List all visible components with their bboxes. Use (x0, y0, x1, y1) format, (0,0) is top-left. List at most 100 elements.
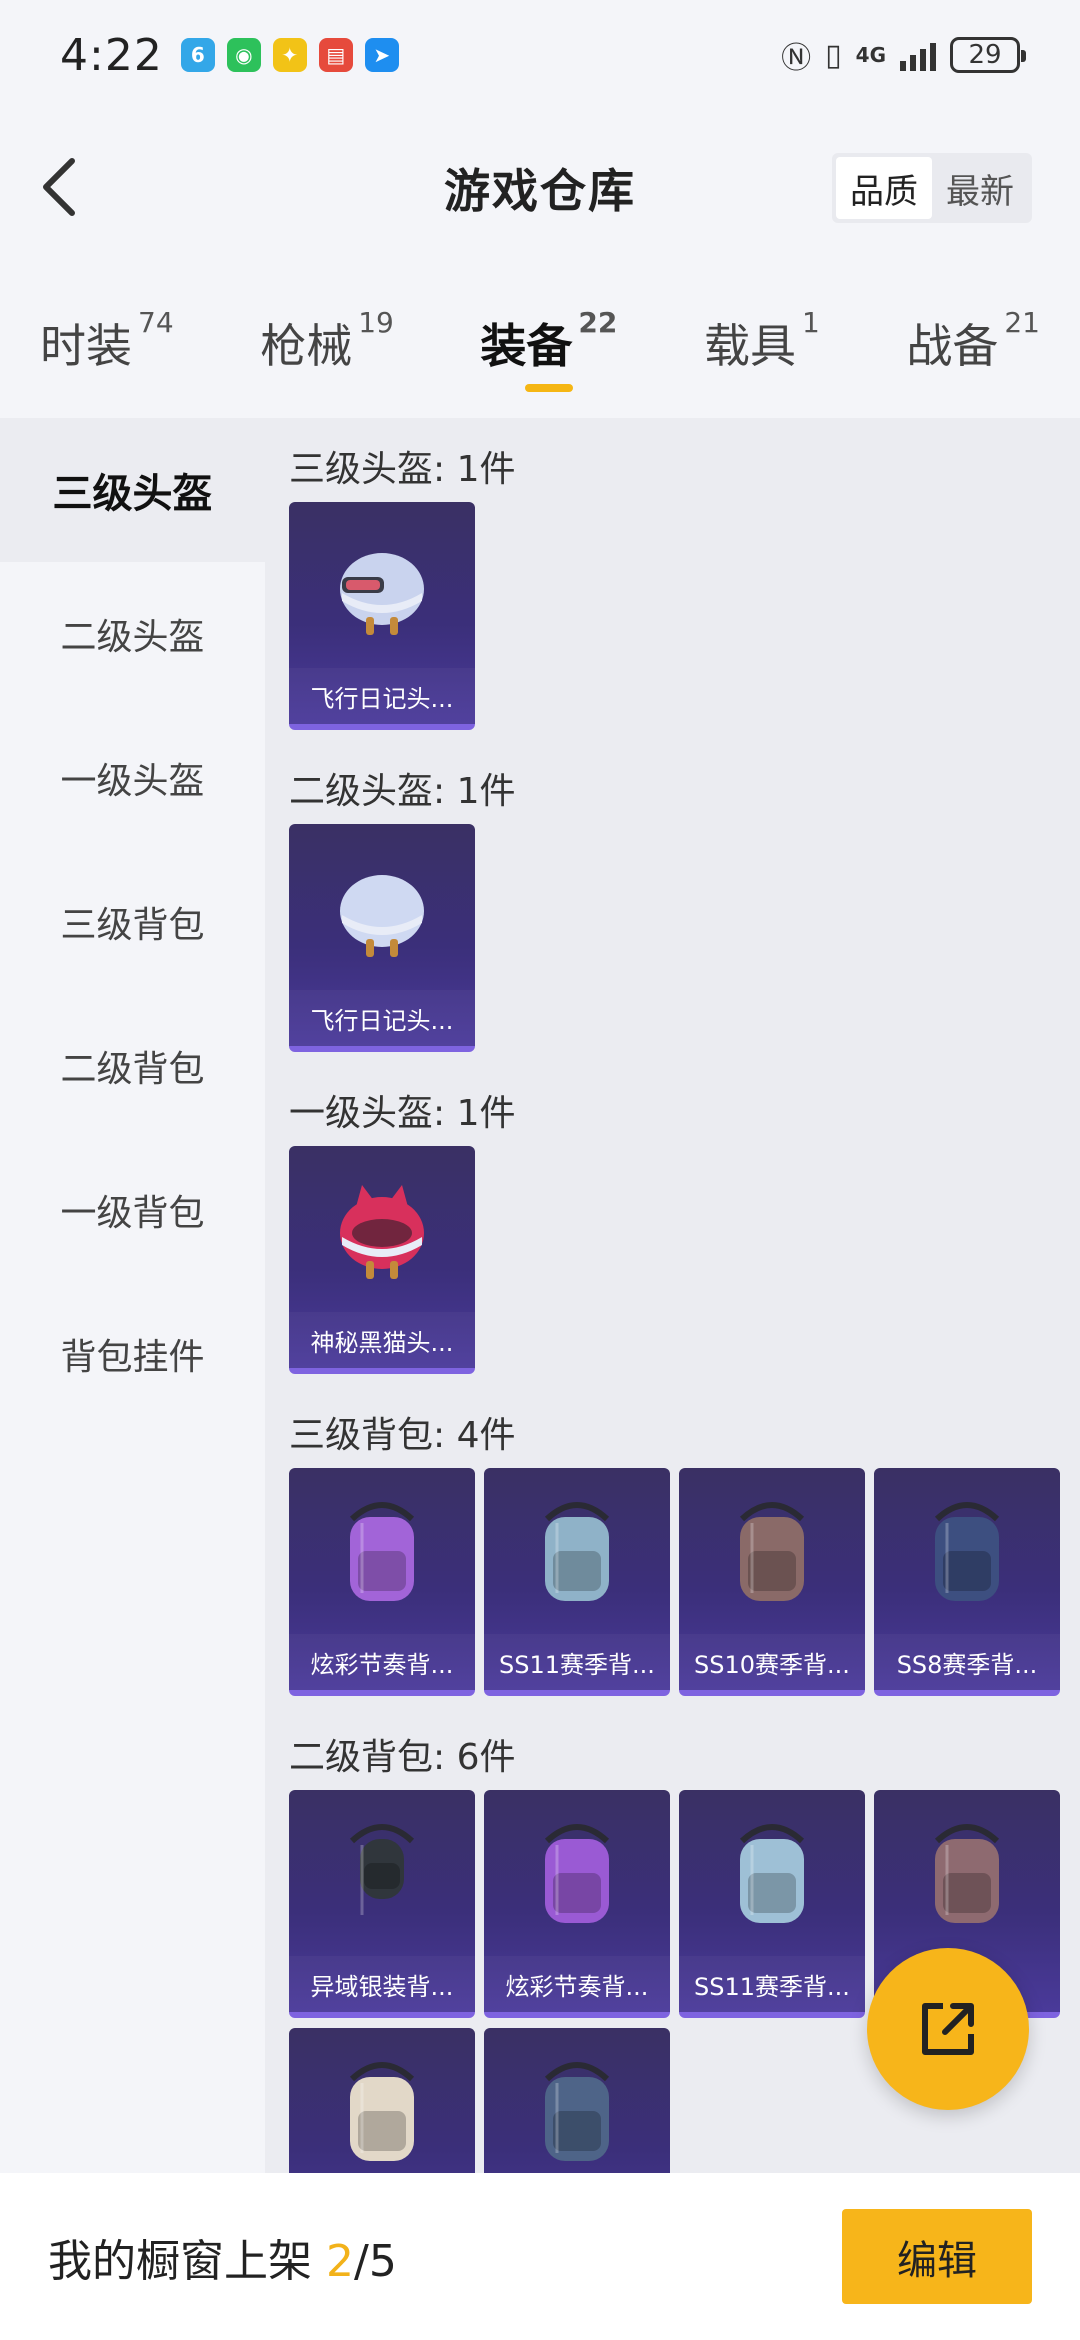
sidebar-item-1[interactable]: 二级头盔 (0, 562, 265, 706)
showcase-label: 我的橱窗上架 (48, 2235, 312, 2287)
system-icons: Ⓝ ▯ 4G 29 (781, 33, 1026, 77)
item-name: SS11赛季背... (484, 1634, 670, 1690)
sidebar-item-4[interactable]: 二级背包 (0, 994, 265, 1138)
tab-label: 战备 (906, 319, 999, 373)
showcase-total: /5 (354, 2235, 397, 2287)
helmet-icon (340, 1185, 424, 1279)
item-grid: 飞行日记头... (289, 824, 1069, 1052)
app-icon-yellow: ✦ (272, 38, 307, 72)
signal-icon (900, 39, 936, 71)
notification-icons: 6 ◉ ✦ ▤ ➤ (180, 38, 399, 72)
battery-icon: 29 (950, 37, 1026, 73)
sidebar-item-5[interactable]: 一级背包 (0, 1138, 265, 1282)
item-card[interactable]: SS11赛季背... (484, 1468, 670, 1696)
helmet-icon (340, 875, 424, 957)
bottom-bar: 我的橱窗上架 2/5 编辑 (0, 2173, 1080, 2340)
page-title: 游戏仓库 (444, 163, 636, 218)
tab-count: 1 (801, 306, 820, 339)
item-image (484, 2028, 670, 2173)
item-image (289, 502, 475, 672)
subcategory-sidebar: 三级头盔 二级头盔 一级头盔 三级背包 二级背包 一级背包 背包挂件 (0, 418, 265, 2173)
item-card[interactable] (289, 2028, 475, 2173)
tab-label: 载具 (703, 319, 796, 373)
tab-count: 21 (1004, 306, 1040, 339)
item-card[interactable]: 神秘黑猫头... (289, 1146, 475, 1374)
item-image (874, 1468, 1060, 1638)
tab-count: 19 (358, 306, 394, 339)
sidebar-item-6[interactable]: 背包挂件 (0, 1282, 265, 1426)
backpack-icon (349, 1824, 415, 1915)
sort-option-quality[interactable]: 品质 (836, 157, 932, 219)
backpack-icon (739, 1824, 805, 1923)
vibrate-icon: ▯ (825, 37, 842, 73)
item-card[interactable] (484, 2028, 670, 2173)
app-icon-red: ▤ (318, 38, 353, 72)
section-title: 二级头盔: 1件 (289, 771, 516, 812)
item-image (679, 1468, 865, 1638)
backpack-icon (349, 2062, 415, 2161)
backpack-icon (544, 1824, 610, 1923)
backpack-icon (934, 1824, 1000, 1923)
status-time: 4:22 (60, 29, 163, 81)
tab-4[interactable]: 战备 21 (906, 290, 1040, 410)
tab-label: 装备 (480, 319, 573, 373)
item-card[interactable]: 飞行日记头... (289, 824, 475, 1052)
tab-2[interactable]: 装备 22 (480, 290, 617, 410)
item-grid: 神秘黑猫头... (289, 1146, 1069, 1374)
item-card[interactable]: SS11赛季背... (679, 1790, 865, 2018)
sidebar-item-0[interactable]: 三级头盔 (0, 418, 265, 562)
item-list: 三级头盔: 1件 飞行日记头... 二级头盔: 1件 飞行日记头... 一级头盔: 1件… (265, 418, 1080, 2173)
helmet-icon (340, 553, 424, 635)
item-card[interactable]: 炫彩节奏背... (484, 1790, 670, 2018)
item-card[interactable]: 炫彩节奏背... (289, 1468, 475, 1696)
item-name: 飞行日记头... (289, 668, 475, 724)
sort-toggle: 品质 最新 (832, 153, 1032, 223)
item-name: 炫彩节奏背... (484, 1956, 670, 2012)
status-bar: 4:22 6 ◉ ✦ ▤ ➤ Ⓝ ▯ 4G 29 (0, 0, 1080, 110)
share-button[interactable] (867, 1948, 1029, 2110)
app-icon-blue: 6 (180, 38, 215, 72)
item-image (484, 1468, 670, 1638)
section-title: 二级背包: 6件 (289, 1737, 516, 1778)
showcase-status: 我的橱窗上架 2/5 (48, 2225, 397, 2289)
item-image (484, 1790, 670, 1960)
section-title: 一级头盔: 1件 (289, 1093, 516, 1134)
tab-count: 74 (138, 306, 174, 339)
item-grid: 飞行日记头... (289, 502, 1069, 730)
tab-active-indicator (524, 384, 573, 392)
item-name: SS11赛季背... (679, 1956, 865, 2012)
backpack-icon (934, 1502, 1000, 1601)
section-title: 三级背包: 4件 (289, 1415, 516, 1456)
item-card[interactable]: 异域银装背... (289, 1790, 475, 2018)
tab-label: 时装 (40, 319, 132, 373)
app-icon-sky: ➤ (364, 38, 399, 72)
back-button[interactable] (30, 152, 90, 222)
item-card[interactable]: SS8赛季背... (874, 1468, 1060, 1696)
item-card[interactable]: 飞行日记头... (289, 502, 475, 730)
section-title: 三级头盔: 1件 (289, 449, 516, 490)
tab-0[interactable]: 时装 74 (40, 290, 174, 410)
edit-button[interactable]: 编辑 (842, 2209, 1032, 2304)
backpack-icon (544, 1502, 610, 1601)
item-card[interactable]: SS10赛季背... (679, 1468, 865, 1696)
tab-3[interactable]: 载具 1 (704, 290, 820, 410)
tab-1[interactable]: 枪械 19 (260, 290, 394, 410)
item-image (679, 1790, 865, 1960)
sidebar-item-3[interactable]: 三级背包 (0, 850, 265, 994)
item-name: 炫彩节奏背... (289, 1634, 475, 1690)
item-name: 神秘黑猫头... (289, 1312, 475, 1368)
item-image (289, 1468, 475, 1638)
sort-option-latest[interactable]: 最新 (932, 157, 1028, 219)
backpack-icon (349, 1502, 415, 1601)
sidebar-item-2[interactable]: 一级头盔 (0, 706, 265, 850)
network-type: 4G (855, 43, 886, 67)
item-name: SS10赛季背... (679, 1634, 865, 1690)
item-name: 异域银装背... (289, 1956, 475, 2012)
app-header: 游戏仓库 品质 最新 (0, 110, 1080, 265)
item-image (289, 824, 475, 994)
item-image (289, 1790, 475, 1960)
item-image (289, 2028, 475, 2173)
backpack-icon (739, 1502, 805, 1601)
tab-count: 22 (578, 306, 618, 339)
tab-label: 枪械 (260, 319, 353, 373)
